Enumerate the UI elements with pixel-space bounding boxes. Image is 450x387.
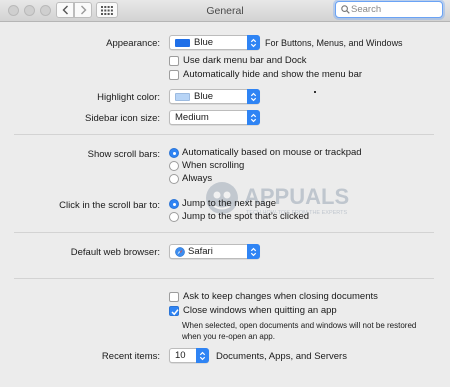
recent-items-label: Recent items: [101, 351, 160, 362]
sidebar-icon-size-value: Medium [175, 112, 209, 123]
show-scroll-bars-label: Show scroll bars: [87, 149, 160, 160]
highlight-color-label: Highlight color: [97, 92, 160, 103]
default-browser-label: Default web browser: [70, 247, 160, 258]
mouse-cursor [314, 91, 316, 93]
appearance-value: Blue [194, 37, 214, 48]
popup-arrows-icon [196, 348, 209, 363]
appearance-label: Appearance: [106, 38, 160, 49]
scroll-always-label: Always [182, 173, 213, 184]
auto-hide-menu-bar-checkbox[interactable] [169, 70, 179, 80]
popup-arrows-icon [247, 244, 260, 259]
sidebar-icon-size-label: Sidebar icon size: [85, 113, 160, 124]
close-windows-checkbox[interactable] [169, 306, 179, 316]
close-windows-note-line2: when you re-open an app. [182, 332, 275, 341]
highlight-color-popup[interactable]: Blue [169, 89, 260, 104]
recent-items-value: 10 [175, 350, 186, 361]
search-field[interactable] [335, 1, 443, 18]
separator [14, 278, 434, 279]
close-windows-label: Close windows when quitting an app [183, 305, 337, 316]
jump-to-spot-radio[interactable] [169, 212, 179, 222]
ask-keep-changes-label: Ask to keep changes when closing documen… [183, 291, 378, 302]
appearance-side-text: For Buttons, Menus, and Windows [265, 38, 403, 48]
recent-items-side-text: Documents, Apps, and Servers [216, 351, 347, 362]
sidebar-icon-size-popup[interactable]: Medium [169, 110, 260, 125]
popup-arrows-icon [247, 89, 260, 104]
search-icon [341, 5, 350, 14]
search-input[interactable] [351, 3, 439, 16]
appearance-color-swatch [175, 39, 190, 47]
checkmark-icon [171, 309, 179, 316]
scroll-auto-radio[interactable] [169, 148, 179, 158]
ask-keep-changes-checkbox[interactable] [169, 292, 179, 302]
dark-menu-bar-label: Use dark menu bar and Dock [183, 55, 307, 66]
scroll-auto-label: Automatically based on mouse or trackpad [182, 147, 362, 158]
scroll-always-radio[interactable] [169, 174, 179, 184]
highlight-color-value: Blue [194, 91, 214, 102]
safari-icon [175, 247, 185, 257]
scroll-when-scrolling-radio[interactable] [169, 161, 179, 171]
jump-to-spot-label: Jump to the spot that’s clicked [182, 211, 310, 222]
auto-hide-menu-bar-label: Automatically hide and show the menu bar [183, 69, 363, 80]
title-bar: General [0, 0, 450, 22]
dark-menu-bar-checkbox[interactable] [169, 56, 179, 66]
popup-arrows-icon [247, 110, 260, 125]
popup-arrows-icon [247, 35, 260, 50]
jump-next-page-radio[interactable] [169, 199, 179, 209]
appearance-popup[interactable]: Blue [169, 35, 260, 50]
scroll-when-scrolling-label: When scrolling [182, 160, 245, 171]
highlight-color-swatch [175, 93, 190, 101]
close-windows-note-line1: When selected, open documents and window… [182, 321, 417, 330]
default-browser-popup[interactable]: Safari [169, 244, 260, 259]
default-browser-value: Safari [188, 246, 213, 257]
recent-items-popup[interactable]: 10 [169, 348, 209, 363]
jump-next-page-label: Jump to the next page [182, 198, 277, 209]
click-scroll-bar-label: Click in the scroll bar to: [59, 200, 160, 211]
separator [14, 232, 434, 233]
separator [14, 134, 434, 135]
